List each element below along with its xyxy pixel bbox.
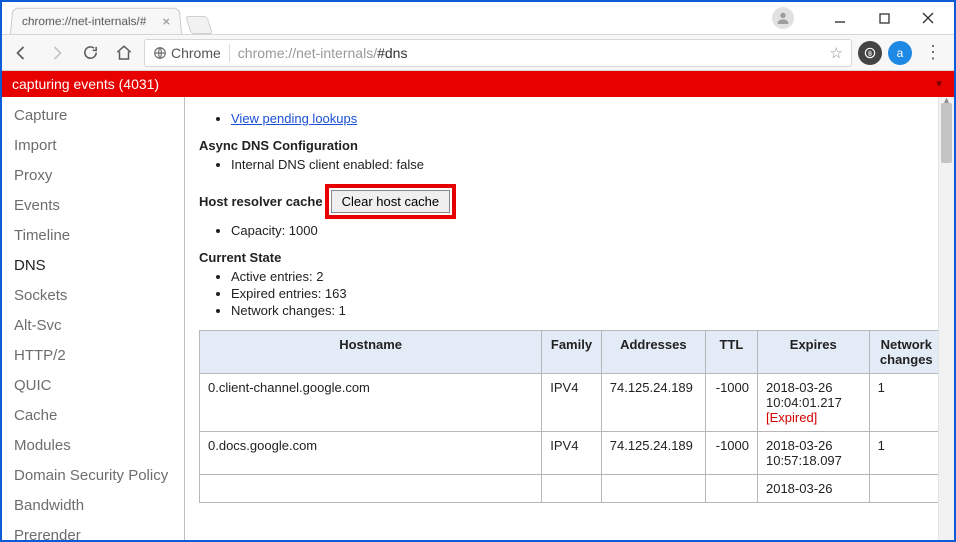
sidebar-item-http-2[interactable]: HTTP/2 — [2, 341, 184, 371]
sidebar-item-cache[interactable]: Cache — [2, 401, 184, 431]
column-header: Hostname — [200, 331, 542, 374]
table-row: 0.docs.google.comIPV474.125.24.189-10002… — [200, 432, 944, 475]
async-dns-header: Async DNS Configuration — [199, 138, 944, 153]
sidebar-item-events[interactable]: Events — [2, 191, 184, 221]
current-state-header: Current State — [199, 250, 944, 265]
table-row: 0.client-channel.google.comIPV474.125.24… — [200, 374, 944, 432]
table-cell — [869, 475, 943, 503]
new-tab-button[interactable] — [185, 16, 213, 34]
browser-toolbar: Chrome chrome://net-internals/#dns ☆ ฿ a… — [2, 34, 954, 71]
table-row: 2018-03-26 — [200, 475, 944, 503]
url-text: chrome://net-internals/#dns — [238, 45, 408, 61]
column-header: Addresses — [601, 331, 705, 374]
pending-lookups-link[interactable]: View pending lookups — [231, 111, 357, 126]
table-cell: 2018-03-26 10:04:01.217[Expired] — [757, 374, 869, 432]
window-maximize-button[interactable] — [862, 4, 906, 32]
back-button[interactable] — [8, 39, 36, 67]
table-cell: IPV4 — [542, 374, 602, 432]
table-cell — [200, 475, 542, 503]
sidebar-item-dns[interactable]: DNS — [2, 251, 184, 281]
scheme-chip: Chrome — [153, 45, 221, 61]
table-cell: 0.docs.google.com — [200, 432, 542, 475]
reload-button[interactable] — [76, 39, 104, 67]
sidebar-item-sockets[interactable]: Sockets — [2, 281, 184, 311]
async-dns-item: Internal DNS client enabled: false — [231, 157, 944, 172]
state-item: Active entries: 2 — [231, 269, 944, 284]
close-icon[interactable]: × — [162, 13, 171, 29]
scheme-label: Chrome — [171, 45, 221, 61]
column-header: TTL — [705, 331, 757, 374]
table-cell: IPV4 — [542, 432, 602, 475]
table-cell: 2018-03-26 10:57:18.097 — [757, 432, 869, 475]
table-cell: 1 — [869, 374, 943, 432]
column-header: Network changes — [869, 331, 943, 374]
resolver-cache-label: Host resolver cache — [199, 194, 323, 209]
table-cell: 2018-03-26 — [757, 475, 869, 503]
table-cell — [601, 475, 705, 503]
clear-host-cache-button[interactable]: Clear host cache — [331, 190, 451, 213]
capacity-item: Capacity: 1000 — [231, 223, 944, 238]
table-cell: -1000 — [705, 432, 757, 475]
sidebar: CaptureImportProxyEventsTimelineDNSSocke… — [2, 97, 185, 540]
extension-icon-1[interactable]: ฿ — [858, 41, 882, 65]
sidebar-item-capture[interactable]: Capture — [2, 101, 184, 131]
table-cell: -1000 — [705, 374, 757, 432]
highlight-box: Clear host cache — [325, 184, 457, 219]
table-cell — [542, 475, 602, 503]
window-close-button[interactable] — [906, 4, 950, 32]
window-minimize-button[interactable] — [818, 4, 862, 32]
scrollbar-thumb[interactable] — [941, 103, 952, 163]
banner-text: capturing events (4031) — [12, 76, 159, 92]
address-bar[interactable]: Chrome chrome://net-internals/#dns ☆ — [144, 39, 852, 67]
svg-text:฿: ฿ — [868, 50, 872, 57]
table-cell: 74.125.24.189 — [601, 432, 705, 475]
browser-menu-button[interactable]: ⋮ — [918, 42, 948, 63]
status-banner[interactable]: capturing events (4031) ▼ — [2, 71, 954, 97]
table-cell — [705, 475, 757, 503]
sidebar-item-bandwidth[interactable]: Bandwidth — [2, 491, 184, 521]
browser-tab[interactable]: chrome://net-internals/# × — [10, 8, 182, 34]
chevron-down-icon[interactable]: ▼ — [934, 79, 944, 90]
extension-icon-2[interactable]: a — [888, 41, 912, 65]
dns-table: HostnameFamilyAddressesTTLExpiresNetwork… — [199, 330, 944, 503]
state-item: Expired entries: 163 — [231, 286, 944, 301]
sidebar-item-timeline[interactable]: Timeline — [2, 221, 184, 251]
omnibox-separator — [229, 44, 230, 62]
column-header: Family — [542, 331, 602, 374]
tab-title: chrome://net-internals/# — [21, 14, 146, 28]
table-cell: 1 — [869, 432, 943, 475]
sidebar-item-quic[interactable]: QUIC — [2, 371, 184, 401]
sidebar-item-domain-security-policy[interactable]: Domain Security Policy — [2, 461, 184, 491]
sidebar-item-import[interactable]: Import — [2, 131, 184, 161]
state-item: Network changes: 1 — [231, 303, 944, 318]
forward-button[interactable] — [42, 39, 70, 67]
sidebar-item-modules[interactable]: Modules — [2, 431, 184, 461]
vertical-scrollbar[interactable]: ▴ — [938, 97, 954, 540]
table-cell: 74.125.24.189 — [601, 374, 705, 432]
main-panel: View pending lookups Async DNS Configura… — [185, 97, 954, 540]
sidebar-item-alt-svc[interactable]: Alt-Svc — [2, 311, 184, 341]
sidebar-item-prerender[interactable]: Prerender — [2, 521, 184, 540]
column-header: Expires — [757, 331, 869, 374]
home-button[interactable] — [110, 39, 138, 67]
sidebar-item-proxy[interactable]: Proxy — [2, 161, 184, 191]
profile-icon[interactable] — [772, 7, 794, 29]
bookmark-star-icon[interactable]: ☆ — [830, 44, 843, 62]
table-cell: 0.client-channel.google.com — [200, 374, 542, 432]
